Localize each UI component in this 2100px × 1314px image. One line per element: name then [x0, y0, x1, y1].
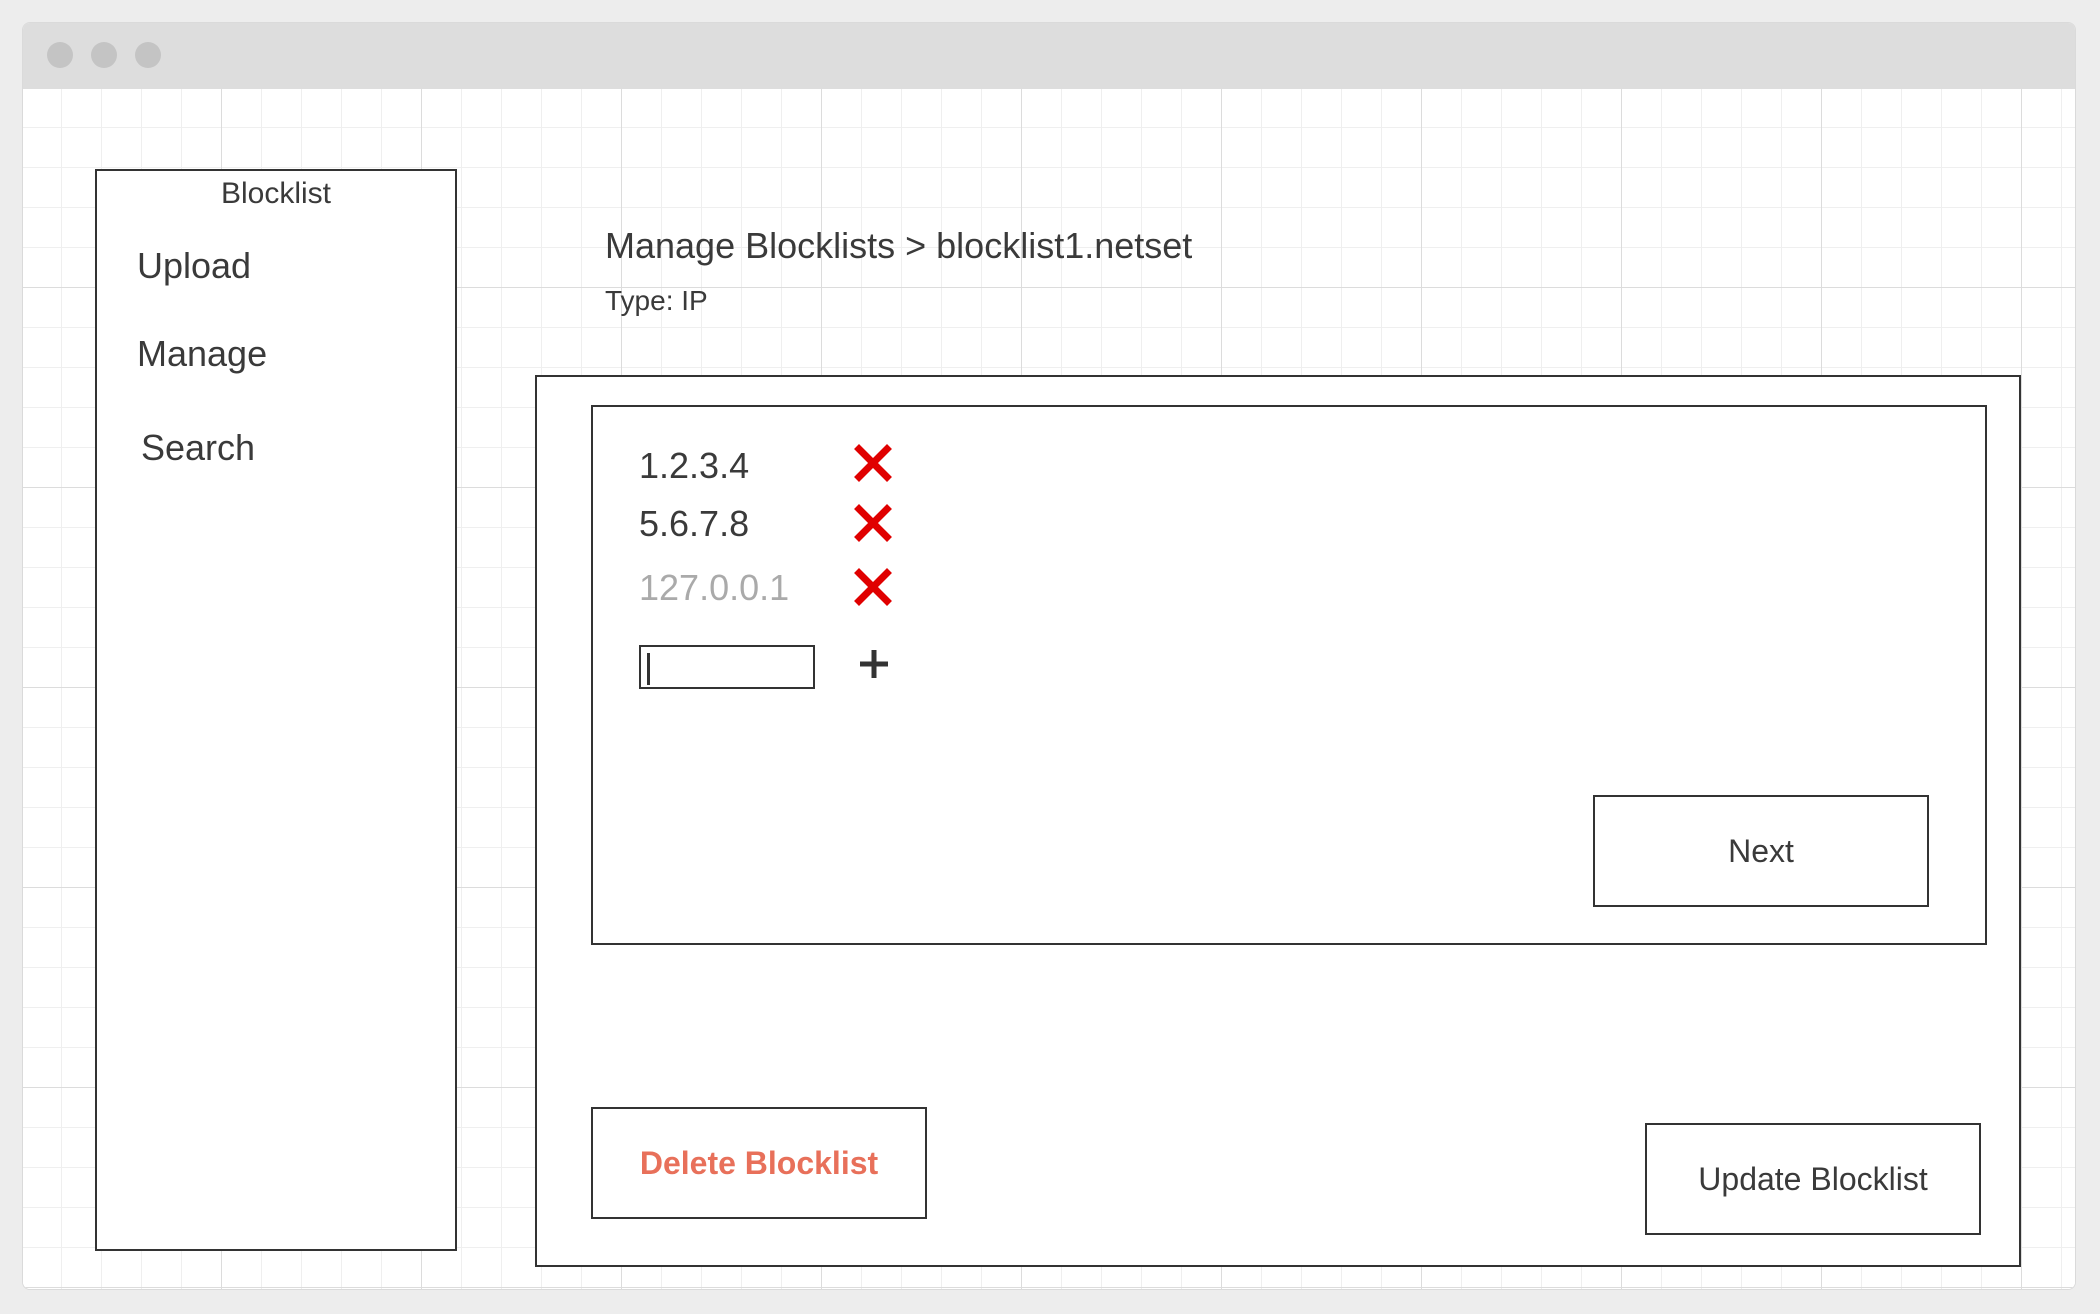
blocklist-type-label: Type: IP	[605, 285, 708, 316]
sidebar-item-upload[interactable]: Upload	[137, 245, 251, 287]
sidebar-item-manage[interactable]: Manage	[137, 333, 267, 375]
close-icon[interactable]	[853, 503, 893, 543]
window-control-dot[interactable]	[47, 42, 73, 68]
next-button[interactable]: Next	[1593, 795, 1929, 907]
entry-value: 1.2.3.4	[639, 445, 750, 486]
entry-value: 5.6.7.8	[639, 503, 750, 544]
app-window: Blocklist Upload Manage Search Manage Bl…	[22, 22, 2076, 1290]
sidebar-title: Blocklist	[220, 177, 332, 210]
entry-value-muted: 127.0.0.1	[639, 567, 790, 608]
update-blocklist-button[interactable]: Update Blocklist	[1645, 1123, 1981, 1235]
plus-icon[interactable]	[857, 647, 891, 681]
breadcrumb: Manage Blocklists > blocklist1.netset	[605, 225, 1193, 266]
sidebar-item-search[interactable]: Search	[141, 427, 255, 469]
close-icon[interactable]	[853, 443, 893, 483]
sidebar: Blocklist Upload Manage Search	[95, 169, 457, 1251]
entries-panel: 1.2.3.4 5.6.7.8 127.0.0.1 Next	[591, 405, 1987, 945]
window-titlebar	[23, 23, 2075, 89]
blocklist-editor-panel: 1.2.3.4 5.6.7.8 127.0.0.1 Next Delete Bl…	[535, 375, 2021, 1267]
new-entry-input[interactable]	[639, 645, 815, 689]
delete-blocklist-button[interactable]: Delete Blocklist	[591, 1107, 927, 1219]
text-caret	[647, 653, 650, 685]
window-control-dot[interactable]	[135, 42, 161, 68]
close-icon[interactable]	[853, 567, 893, 607]
workspace-canvas: Blocklist Upload Manage Search Manage Bl…	[23, 89, 2075, 1289]
window-control-dot[interactable]	[91, 42, 117, 68]
